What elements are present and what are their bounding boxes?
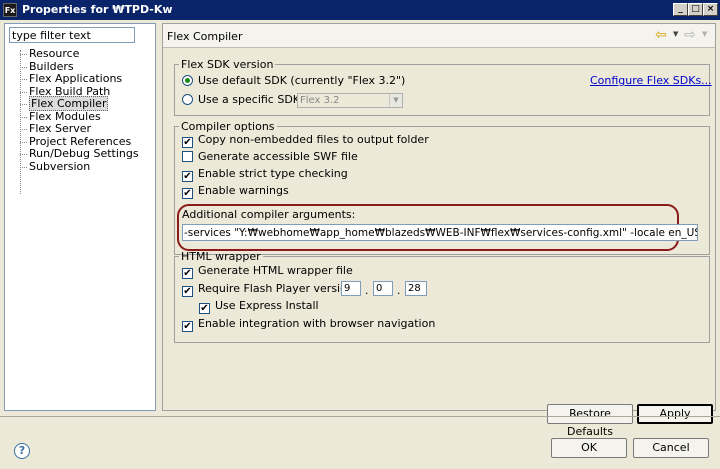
require-flash-version-option[interactable]: ✔ Require Flash Player version: xyxy=(182,282,358,297)
chevron-down-icon: ▼ xyxy=(389,94,402,107)
back-history-chevron-down-icon[interactable]: ▼ xyxy=(673,30,678,38)
sdk-version-value: Flex 3.2 xyxy=(300,95,340,106)
specific-sdk-radio[interactable] xyxy=(182,94,193,105)
back-arrow-icon[interactable]: ⇦ xyxy=(655,27,667,43)
strict-type-checking-checkbox[interactable]: ✔ xyxy=(182,171,193,182)
tree-item-label: Project References xyxy=(29,134,132,148)
browser-navigation-label: Enable integration with browser navigati… xyxy=(198,317,436,330)
copy-non-embedded-label: Copy non-embedded files to output folder xyxy=(198,133,429,146)
flex-app-icon: Fx xyxy=(3,3,17,17)
forward-arrow-icon[interactable]: ⇨ xyxy=(684,27,696,43)
dialog-body: Resource Builders Flex Applications Flex… xyxy=(0,20,720,469)
restore-defaults-button[interactable]: Restore Defaults xyxy=(547,404,633,438)
title-bar: Fx Properties for ₩TPD-Kw _ □ × xyxy=(0,0,720,20)
tree-item-label: Flex Server xyxy=(29,122,92,135)
accessible-swf-option[interactable]: Generate accessible SWF file xyxy=(182,150,358,164)
use-default-sdk-option[interactable]: Use default SDK (currently "Flex 3.2") xyxy=(182,74,405,88)
express-install-checkbox[interactable]: ✔ xyxy=(199,303,210,314)
generate-wrapper-checkbox[interactable]: ✔ xyxy=(182,268,193,279)
preferences-tree-pane: Resource Builders Flex Applications Flex… xyxy=(4,23,156,411)
property-page: Flex Compiler ⇦ ▼ ⇨ ▼ Flex SDK version U… xyxy=(162,23,716,438)
maximize-button[interactable]: □ xyxy=(688,3,703,16)
flash-revision-version-input[interactable]: 28 xyxy=(405,281,427,296)
accessible-swf-checkbox[interactable] xyxy=(182,151,193,162)
tree-item-label: Resource xyxy=(29,47,80,60)
specific-sdk-label: Use a specific SDK: xyxy=(198,93,304,106)
footer-separator xyxy=(0,416,720,417)
enable-warnings-label: Enable warnings xyxy=(198,184,289,197)
compiler-options-legend: Compiler options xyxy=(181,120,275,133)
use-specific-sdk-option[interactable]: Use a specific SDK: xyxy=(182,93,304,107)
accessible-swf-label: Generate accessible SWF file xyxy=(198,150,358,163)
filter-input[interactable] xyxy=(9,27,135,43)
copy-non-embedded-checkbox[interactable]: ✔ xyxy=(182,137,193,148)
version-separator: . xyxy=(365,284,369,297)
tree-item-label: Subversion xyxy=(29,159,91,173)
tree-item-label: Flex Modules xyxy=(29,109,101,123)
forward-history-chevron-down-icon[interactable]: ▼ xyxy=(702,30,707,38)
browser-navigation-checkbox[interactable]: ✔ xyxy=(182,321,193,332)
require-flash-version-checkbox[interactable]: ✔ xyxy=(182,286,193,297)
sdk-version-select: Flex 3.2 ▼ xyxy=(297,93,403,108)
tree-item-label: Builders xyxy=(29,59,74,73)
default-sdk-label: Use default SDK (currently "Flex 3.2") xyxy=(198,74,406,87)
flash-minor-version-input[interactable]: 0 xyxy=(373,281,393,296)
default-sdk-radio[interactable] xyxy=(182,75,193,86)
minimize-button[interactable]: _ xyxy=(673,3,688,16)
tree-item-label: Flex Applications xyxy=(29,72,123,85)
version-separator: . xyxy=(397,284,401,297)
help-icon[interactable]: ? xyxy=(14,443,30,459)
page-title: Flex Compiler xyxy=(167,30,243,43)
tree-item-subversion[interactable]: Subversion xyxy=(5,159,155,174)
additional-args-input[interactable] xyxy=(182,224,698,241)
require-flash-version-label: Require Flash Player version: xyxy=(198,282,358,295)
window-title: Properties for ₩TPD-Kw xyxy=(22,3,173,16)
tree-item-resource[interactable]: Resource xyxy=(5,47,155,61)
close-button[interactable]: × xyxy=(703,3,718,16)
enable-warnings-checkbox[interactable]: ✔ xyxy=(182,188,193,199)
strict-type-checking-label: Enable strict type checking xyxy=(198,167,348,180)
strict-type-checking-option[interactable]: ✔ Enable strict type checking xyxy=(182,167,348,182)
browser-navigation-option[interactable]: ✔ Enable integration with browser navigat… xyxy=(182,317,436,332)
additional-args-label: Additional compiler arguments: xyxy=(182,208,356,221)
enable-warnings-option[interactable]: ✔ Enable warnings xyxy=(182,184,289,199)
generate-wrapper-label: Generate HTML wrapper file xyxy=(198,264,353,277)
html-wrapper-legend: HTML wrapper xyxy=(181,250,261,263)
configure-sdks-link[interactable]: Configure Flex SDKs... xyxy=(590,74,712,87)
cancel-button[interactable]: Cancel xyxy=(633,438,709,458)
property-tree: Resource Builders Flex Applications Flex… xyxy=(5,47,155,194)
express-install-option[interactable]: ✔ Use Express Install xyxy=(199,299,319,314)
page-header: Flex Compiler ⇦ ▼ ⇨ ▼ xyxy=(163,24,715,48)
apply-button[interactable]: Apply xyxy=(637,404,713,424)
generate-wrapper-option[interactable]: ✔ Generate HTML wrapper file xyxy=(182,264,353,279)
copy-non-embedded-option[interactable]: ✔ Copy non-embedded files to output folde… xyxy=(182,133,429,148)
ok-button[interactable]: OK xyxy=(551,438,627,458)
express-install-label: Use Express Install xyxy=(215,299,319,312)
tree-item-label: Run/Debug Settings xyxy=(29,147,139,160)
sdk-group-legend: Flex SDK version xyxy=(181,58,274,71)
flash-major-version-input[interactable]: 9 xyxy=(341,281,361,296)
